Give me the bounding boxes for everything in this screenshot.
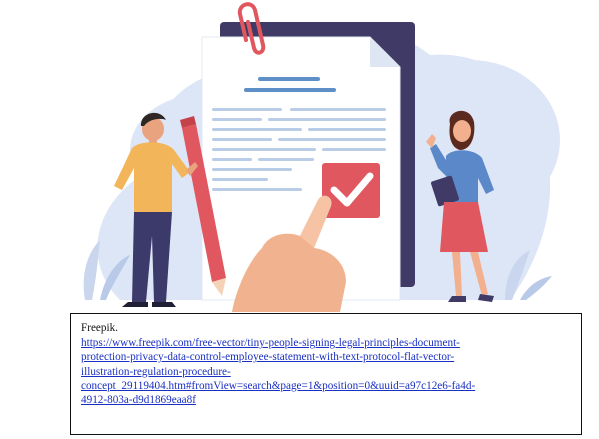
source-link-line-4[interactable]: concept_29119404.htm#fromView=search&pag… — [81, 379, 571, 393]
source-link-line-1[interactable]: https://www.freepik.com/free-vector/tiny… — [81, 336, 571, 350]
source-link-line-2[interactable]: protection-privacy-data-control-employee… — [81, 350, 571, 364]
document-title-line — [258, 77, 320, 81]
source-link-line-5[interactable]: 4912-803a-d9d1869eaa8f — [81, 393, 571, 407]
document-title-line — [244, 88, 336, 92]
illustration — [83, 2, 560, 312]
source-link-line-3[interactable]: illustration-regulation-procedure- — [81, 365, 571, 379]
caption-box: Freepik. https://www.freepik.com/free-ve… — [70, 313, 582, 435]
credit-label: Freepik. — [81, 322, 118, 334]
